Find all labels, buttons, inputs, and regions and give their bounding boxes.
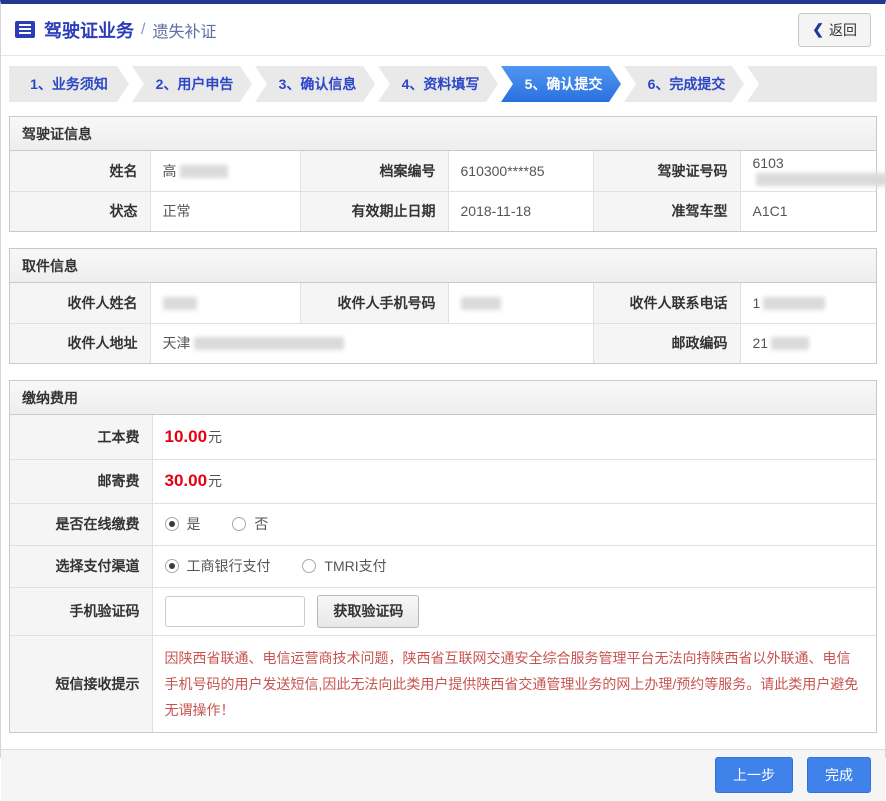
sms-code-label: 手机验证码 <box>10 587 152 635</box>
mailing-fee-value: 30.00元 <box>152 459 876 503</box>
payment-title: 缴纳费用 <box>10 381 876 415</box>
vehicle-type-label: 准驾车型 <box>593 191 740 231</box>
recipient-address-label: 收件人地址 <box>10 323 150 363</box>
online-payment-yes-label: 是 <box>187 514 201 534</box>
name-label: 姓名 <box>10 151 150 191</box>
payment-panel: 缴纳费用 工本费 10.00元 邮寄费 30.00元 是否在线缴费 <box>9 380 877 733</box>
breadcrumb-current: 遗失补证 <box>152 18 216 42</box>
radio-unchecked-icon[interactable] <box>302 559 316 573</box>
table-row: 选择支付渠道 工商银行支付 TMRI支付 <box>10 545 876 587</box>
online-payment-options: 是 否 <box>152 503 876 545</box>
file-no-value: 610300****85 <box>448 151 593 191</box>
name-value: 高 <box>150 151 300 191</box>
sms-code-field-cell: 获取验证码 <box>152 587 876 635</box>
production-fee-label: 工本费 <box>10 415 152 459</box>
online-payment-yes-option[interactable]: 是 <box>165 514 201 534</box>
license-document-icon <box>15 21 35 38</box>
sms-code-input[interactable] <box>165 596 305 627</box>
get-sms-code-button[interactable]: 获取验证码 <box>317 595 419 628</box>
table-row: 工本费 10.00元 <box>10 415 876 459</box>
channel-tmri-label: TMRI支付 <box>324 556 386 576</box>
recipient-address-value: 天津 <box>150 323 593 363</box>
postal-code-label: 邮政编码 <box>593 323 740 363</box>
recipient-phone-label: 收件人联系电话 <box>593 283 740 323</box>
pickup-info-table: 收件人姓名 收件人手机号码 收件人联系电话 1 收件人地址 天津 邮政编码 21 <box>10 283 876 363</box>
fee-unit: 元 <box>208 473 222 489</box>
payment-channel-label: 选择支付渠道 <box>10 545 152 587</box>
tab-step-3[interactable]: 3、确认信息 <box>255 66 375 102</box>
status-value: 正常 <box>150 191 300 231</box>
payment-table: 工本费 10.00元 邮寄费 30.00元 是否在线缴费 是 <box>10 415 876 732</box>
online-payment-no-label: 否 <box>254 514 268 534</box>
sms-notice-label: 短信接收提示 <box>10 635 152 732</box>
online-payment-label: 是否在线缴费 <box>10 503 152 545</box>
page-title: 驾驶证业务 <box>44 17 134 43</box>
status-label: 状态 <box>10 191 150 231</box>
tab-step-4[interactable]: 4、资料填写 <box>378 66 498 102</box>
license-no-value: 6103 <box>740 151 876 191</box>
page-header: 驾驶证业务 / 遗失补证 ❮ 返回 <box>1 4 885 56</box>
pickup-info-title: 取件信息 <box>10 249 876 283</box>
license-info-panel: 驾驶证信息 姓名 高 档案编号 610300****85 驾驶证号码 6103 … <box>9 116 877 232</box>
vehicle-type-value: A1C1 <box>740 191 876 231</box>
redaction-blur <box>163 297 197 310</box>
breadcrumb-separator: / <box>141 21 145 39</box>
back-button[interactable]: ❮ 返回 <box>798 13 871 47</box>
production-fee-amount: 10.00 <box>165 427 208 446</box>
step-tabs: 1、业务须知 2、用户申告 3、确认信息 4、资料填写 5、确认提交 6、完成提… <box>9 66 877 102</box>
channel-icbc-label: 工商银行支付 <box>187 556 271 576</box>
payment-channel-options: 工商银行支付 TMRI支付 <box>152 545 876 587</box>
tab-step-6[interactable]: 6、完成提交 <box>624 66 744 102</box>
recipient-name-value <box>150 283 300 323</box>
pickup-info-panel: 取件信息 收件人姓名 收件人手机号码 收件人联系电话 1 收件人地址 天津 邮政… <box>9 248 877 364</box>
recipient-phone-value: 1 <box>740 283 876 323</box>
footer-action-bar: 上一步 完成 <box>1 749 885 801</box>
recipient-mobile-value <box>448 283 593 323</box>
radio-checked-icon[interactable] <box>165 559 179 573</box>
redaction-blur <box>771 337 809 350</box>
tab-step-2[interactable]: 2、用户申告 <box>132 66 252 102</box>
production-fee-value: 10.00元 <box>152 415 876 459</box>
table-row: 手机验证码 获取验证码 <box>10 587 876 635</box>
table-row: 短信接收提示 因陕西省联通、电信运营商技术问题，陕西省互联网交通安全综合服务管理… <box>10 635 876 732</box>
table-row: 收件人地址 天津 邮政编码 21 <box>10 323 876 363</box>
finish-button[interactable]: 完成 <box>807 757 871 793</box>
back-button-label: 返回 <box>829 20 857 40</box>
file-no-label: 档案编号 <box>300 151 448 191</box>
fee-unit: 元 <box>208 429 222 445</box>
redaction-blur <box>180 165 228 178</box>
channel-tmri-option[interactable]: TMRI支付 <box>302 556 386 576</box>
online-payment-no-option[interactable]: 否 <box>232 514 268 534</box>
expiry-label: 有效期止日期 <box>300 191 448 231</box>
redaction-blur <box>461 297 501 310</box>
table-row: 是否在线缴费 是 否 <box>10 503 876 545</box>
channel-icbc-option[interactable]: 工商银行支付 <box>165 556 271 576</box>
table-row: 收件人姓名 收件人手机号码 收件人联系电话 1 <box>10 283 876 323</box>
expiry-value: 2018-11-18 <box>448 191 593 231</box>
redaction-blur <box>756 173 886 186</box>
sms-notice-text: 因陕西省联通、电信运营商技术问题，陕西省互联网交通安全综合服务管理平台无法向持陕… <box>152 635 876 732</box>
chevron-left-icon: ❮ <box>812 21 824 38</box>
tab-step-5-active[interactable]: 5、确认提交 <box>501 66 621 102</box>
postal-code-value: 21 <box>740 323 876 363</box>
mailing-fee-label: 邮寄费 <box>10 459 152 503</box>
radio-checked-icon[interactable] <box>165 517 179 531</box>
table-row: 邮寄费 30.00元 <box>10 459 876 503</box>
mailing-fee-amount: 30.00 <box>165 471 208 490</box>
license-no-label: 驾驶证号码 <box>593 151 740 191</box>
license-info-title: 驾驶证信息 <box>10 117 876 151</box>
license-info-table: 姓名 高 档案编号 610300****85 驾驶证号码 6103 状态 正常 … <box>10 151 876 231</box>
tab-step-1[interactable]: 1、业务须知 <box>9 66 129 102</box>
recipient-name-label: 收件人姓名 <box>10 283 150 323</box>
table-row: 姓名 高 档案编号 610300****85 驾驶证号码 6103 <box>10 151 876 191</box>
recipient-mobile-label: 收件人手机号码 <box>300 283 448 323</box>
tab-bar-filler <box>747 66 877 102</box>
radio-unchecked-icon[interactable] <box>232 517 246 531</box>
table-row: 状态 正常 有效期止日期 2018-11-18 准驾车型 A1C1 <box>10 191 876 231</box>
previous-step-button[interactable]: 上一步 <box>715 757 793 793</box>
redaction-blur <box>763 297 825 310</box>
redaction-blur <box>194 337 344 350</box>
main-window: 驾驶证业务 / 遗失补证 ❮ 返回 1、业务须知 2、用户申告 3、确认信息 4… <box>0 0 886 758</box>
